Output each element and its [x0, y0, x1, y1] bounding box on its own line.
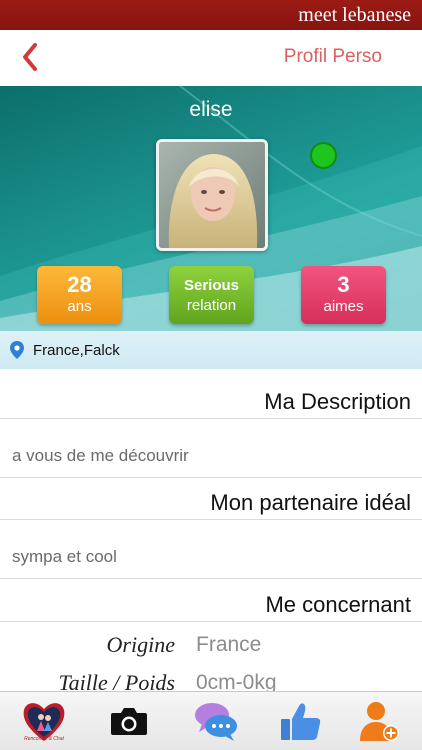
likes-label: aimes — [323, 298, 364, 315]
divider — [0, 621, 422, 622]
app-brand: meet lebanese — [298, 4, 411, 26]
relation-badge[interactable]: Serious relation — [169, 266, 254, 324]
origin-label: Origine — [106, 632, 175, 657]
location-pin-icon — [10, 341, 24, 359]
origin-value: France — [196, 633, 262, 656]
back-chevron-icon[interactable] — [18, 40, 44, 74]
top-brand-bar: meet lebanese — [0, 0, 422, 30]
age-badge[interactable]: 28 ans — [37, 266, 122, 324]
divider — [0, 519, 422, 520]
age-label: ans — [67, 298, 92, 315]
partner-text: sympa et cool — [12, 547, 117, 566]
about-heading: Me concernant — [265, 592, 411, 617]
profile-photo[interactable] — [156, 139, 268, 251]
age-value: 28 — [67, 272, 92, 297]
tab-camera-icon[interactable] — [105, 697, 153, 745]
page-title: Profil Perso — [283, 46, 382, 67]
navigation-bar: Profil Perso — [0, 30, 422, 86]
divider — [0, 477, 422, 478]
tab-chat-icon[interactable] — [192, 697, 240, 745]
description-text: a vous de me découvrir — [12, 446, 189, 465]
logo-caption: Rencontre & Chat — [24, 736, 64, 742]
relation-line-1: Serious — [183, 277, 240, 294]
divider — [0, 418, 422, 419]
description-heading: Ma Description — [264, 389, 411, 414]
partner-heading: Mon partenaire idéal — [210, 490, 411, 515]
tab-like-thumb-icon[interactable] — [277, 697, 325, 745]
likes-value: 3 — [337, 272, 350, 297]
bottom-tab-bar: Rencontre & Chat — [0, 691, 422, 750]
tab-home-logo[interactable]: Rencontre & Chat — [20, 697, 68, 745]
location-bar: France,Falck — [0, 331, 422, 369]
profile-header: elise 28 ans Serious relation 3 aimes — [0, 86, 422, 331]
divider — [0, 578, 422, 579]
likes-badge[interactable]: 3 aimes — [301, 266, 386, 324]
profile-username: elise — [189, 98, 233, 121]
tab-add-friend-icon[interactable] — [356, 697, 404, 745]
location-text: France,Falck — [33, 342, 120, 359]
online-status-indicator — [310, 142, 337, 169]
relation-line-2: relation — [186, 297, 237, 314]
